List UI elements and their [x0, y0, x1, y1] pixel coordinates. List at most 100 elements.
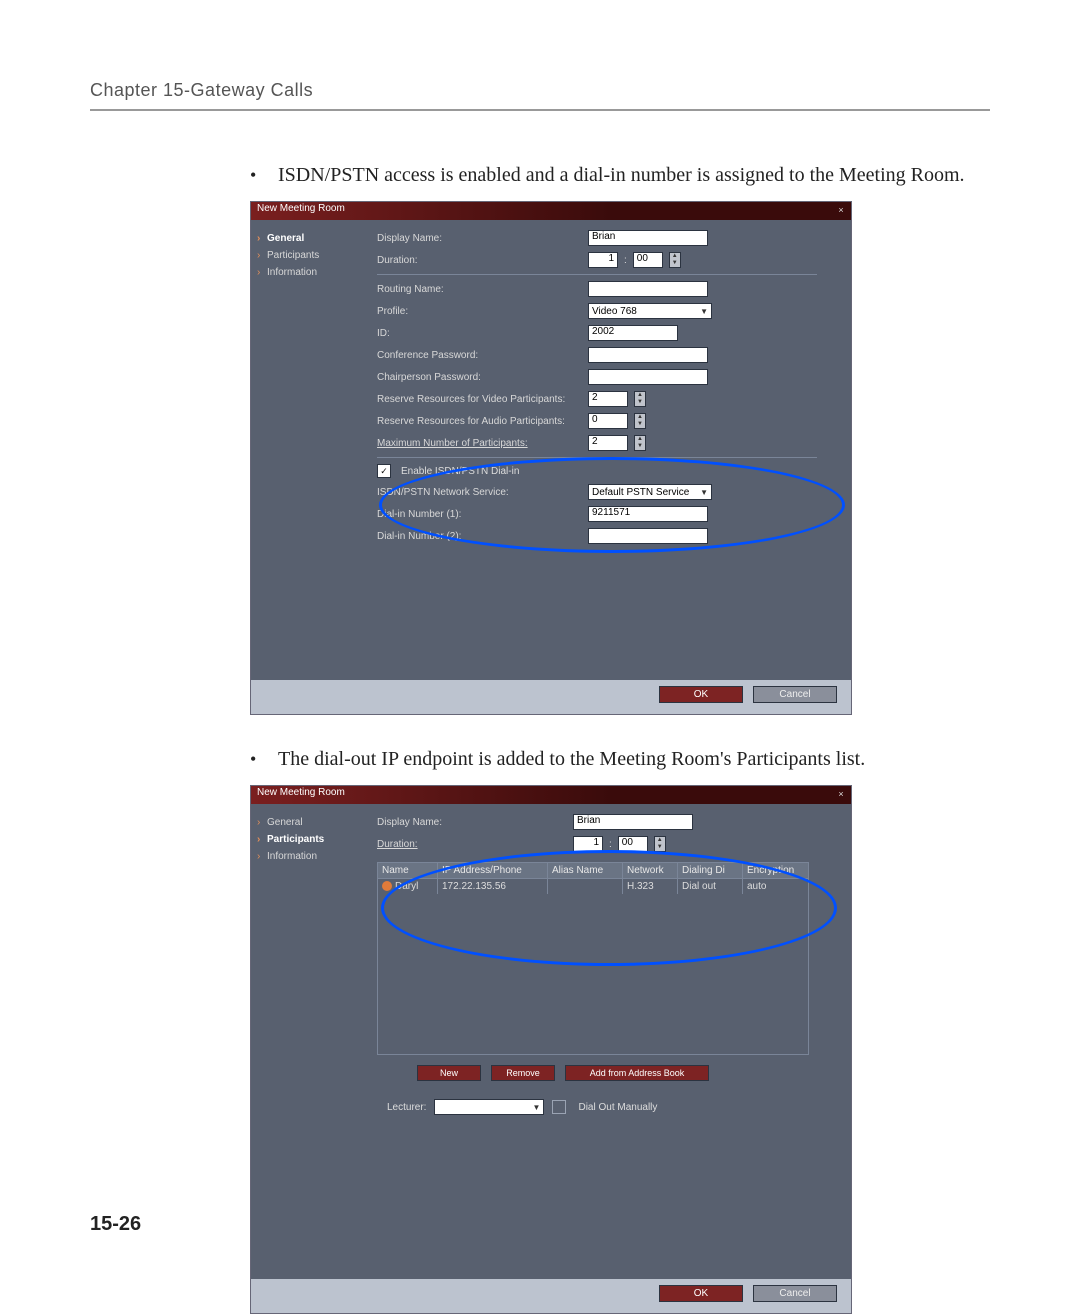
col-encryption[interactable]: Encryption [743, 863, 808, 878]
dialog-titlebar: New Meeting Room × [251, 202, 851, 220]
table-body: Daryl 172.22.135.56 H.323 Dial out auto [378, 879, 808, 1054]
input-duration-m[interactable]: 00 [633, 252, 663, 268]
dialog-title: New Meeting Room [257, 787, 345, 798]
participant-icon [382, 881, 392, 891]
label-isdn-service: ISDN/PSTN Network Service: [377, 487, 582, 498]
dialog-sidebar: General Participants Information [251, 220, 371, 680]
label-conference-password: Conference Password: [377, 350, 582, 361]
dialog-main-panel: Display Name: Brian Duration: 1 : 00 ▲▼ [371, 804, 851, 1279]
sidebar-item-participants[interactable]: Participants [257, 247, 365, 264]
label-dial-out-manually: Dial Out Manually [578, 1102, 657, 1113]
chevron-down-icon: ▼ [533, 1103, 541, 1112]
sidebar-item-information[interactable]: Information [257, 848, 365, 865]
bullet-item: • ISDN/PSTN access is enabled and a dial… [250, 161, 990, 189]
label-reserve-audio: Reserve Resources for Audio Participants… [377, 416, 582, 427]
bullet-dot: • [250, 745, 278, 773]
table-row[interactable]: Daryl 172.22.135.56 H.323 Dial out auto [378, 879, 808, 894]
input-duration-h[interactable]: 1 [588, 252, 618, 268]
ok-button[interactable]: OK [659, 1285, 743, 1302]
cell-encryption: auto [743, 879, 808, 894]
add-from-address-book-button[interactable]: Add from Address Book [565, 1065, 709, 1081]
dialog-title: New Meeting Room [257, 203, 345, 214]
bullet-text: The dial-out IP endpoint is added to the… [278, 745, 865, 773]
dialog-button-bar: OK Cancel [251, 680, 851, 714]
duration-stepper[interactable]: ▲▼ [669, 252, 681, 268]
reserve-audio-stepper[interactable]: ▲▼ [634, 413, 646, 429]
bullet-text: ISDN/PSTN access is enabled and a dial-i… [278, 161, 965, 189]
label-dialin-2: Dial-in Number (2): [377, 531, 582, 542]
label-routing-name: Routing Name: [377, 284, 582, 295]
duration-stepper[interactable]: ▲▼ [654, 836, 666, 852]
max-participants-stepper[interactable]: ▲▼ [634, 435, 646, 451]
ok-button[interactable]: OK [659, 686, 743, 703]
cancel-button[interactable]: Cancel [753, 1285, 837, 1302]
section-divider [377, 274, 817, 275]
screenshot-meeting-room-general: New Meeting Room × General Participants … [250, 201, 852, 715]
sidebar-item-participants[interactable]: Participants [257, 831, 365, 848]
input-display-name[interactable]: Brian [573, 814, 693, 830]
select-profile-value: Video 768 [592, 306, 637, 317]
label-dialin-1: Dial-in Number (1): [377, 509, 582, 520]
reserve-video-stepper[interactable]: ▲▼ [634, 391, 646, 407]
input-display-name[interactable]: Brian [588, 230, 708, 246]
label-display-name: Display Name: [377, 233, 582, 244]
table-header-row: Name IP Address/Phone Alias Name Network… [378, 863, 808, 879]
duration-colon: : [624, 255, 627, 266]
label-id: ID: [377, 328, 582, 339]
input-reserve-video[interactable]: 2 [588, 391, 628, 407]
sidebar-item-general[interactable]: General [257, 230, 365, 247]
label-enable-isdn: Enable ISDN/PSTN Dial-in [401, 466, 519, 477]
select-lecturer[interactable]: ▼ [434, 1099, 544, 1115]
input-duration-h[interactable]: 1 [573, 836, 603, 852]
input-max-participants[interactable]: 2 [588, 435, 628, 451]
bullet-item: • The dial-out IP endpoint is added to t… [250, 745, 990, 773]
dialog-sidebar: General Participants Information [251, 804, 371, 1279]
dialog-main-panel: Display Name: Brian Duration: 1 : 00 ▲▼ … [371, 220, 851, 680]
sidebar-item-general[interactable]: General [257, 814, 365, 831]
col-ip[interactable]: IP Address/Phone [438, 863, 548, 878]
col-alias[interactable]: Alias Name [548, 863, 623, 878]
input-conference-password[interactable] [588, 347, 708, 363]
label-display-name: Display Name: [377, 817, 567, 828]
new-button[interactable]: New [417, 1065, 481, 1081]
cell-ip: 172.22.135.56 [438, 879, 548, 894]
label-max-participants[interactable]: Maximum Number of Participants: [377, 438, 582, 449]
input-id[interactable]: 2002 [588, 325, 678, 341]
label-lecturer: Lecturer: [387, 1102, 426, 1113]
checkbox-enable-isdn[interactable]: ✓ [377, 464, 391, 478]
input-routing-name[interactable] [588, 281, 708, 297]
input-reserve-audio[interactable]: 0 [588, 413, 628, 429]
table-action-row: New Remove Add from Address Book [417, 1065, 839, 1081]
cell-alias [548, 879, 623, 894]
label-duration: Duration: [377, 255, 582, 266]
col-dialing[interactable]: Dialing Di [678, 863, 743, 878]
screenshot-meeting-room-participants: New Meeting Room × General Participants … [250, 785, 852, 1314]
duration-colon: : [609, 839, 612, 850]
close-icon[interactable]: × [835, 788, 847, 800]
input-duration-m[interactable]: 00 [618, 836, 648, 852]
select-isdn-service[interactable]: Default PSTN Service ▼ [588, 484, 712, 500]
chevron-down-icon: ▼ [700, 307, 708, 316]
col-name[interactable]: Name [378, 863, 438, 878]
label-reserve-video: Reserve Resources for Video Participants… [377, 394, 582, 405]
dialog-button-bar: OK Cancel [251, 1279, 851, 1313]
chapter-header: Chapter 15-Gateway Calls [90, 80, 990, 101]
cancel-button[interactable]: Cancel [753, 686, 837, 703]
page-number: 15-26 [90, 1213, 141, 1236]
dialog-titlebar: New Meeting Room × [251, 786, 851, 804]
checkbox-dial-out-manually[interactable] [552, 1100, 566, 1114]
label-duration[interactable]: Duration: [377, 839, 567, 850]
cell-dialing: Dial out [678, 879, 743, 894]
remove-button[interactable]: Remove [491, 1065, 555, 1081]
input-chair-password[interactable] [588, 369, 708, 385]
input-dialin-1[interactable]: 9211571 [588, 506, 708, 522]
input-dialin-2[interactable] [588, 528, 708, 544]
label-chair-password: Chairperson Password: [377, 372, 582, 383]
close-icon[interactable]: × [835, 204, 847, 216]
label-profile: Profile: [377, 306, 582, 317]
cell-name: Daryl [395, 881, 418, 892]
select-isdn-service-value: Default PSTN Service [592, 487, 689, 498]
sidebar-item-information[interactable]: Information [257, 264, 365, 281]
col-network[interactable]: Network [623, 863, 678, 878]
select-profile[interactable]: Video 768 ▼ [588, 303, 712, 319]
